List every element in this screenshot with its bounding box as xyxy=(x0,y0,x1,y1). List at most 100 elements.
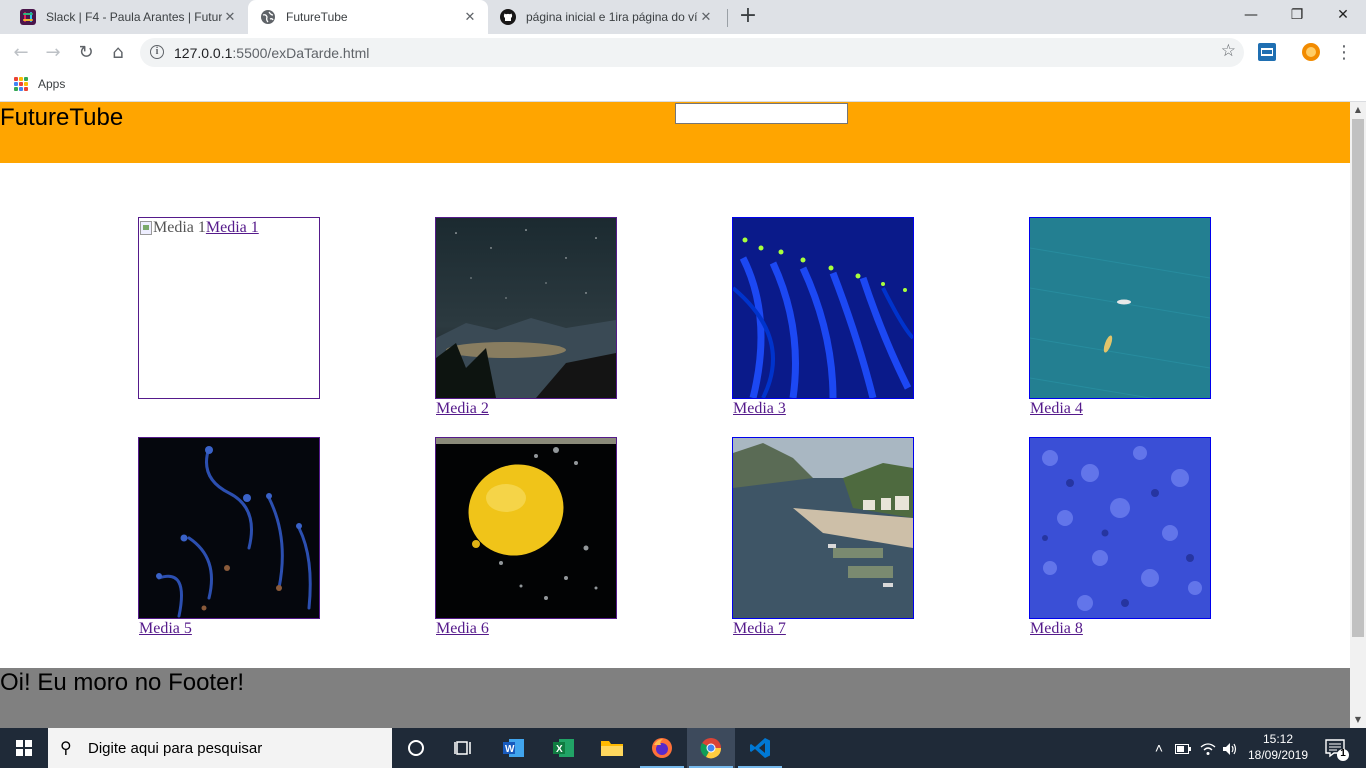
media-card: Media 7 xyxy=(732,437,917,642)
slack-icon xyxy=(20,9,36,25)
page-viewport: FutureTube Media 1 Media 1 Media 2 Media… xyxy=(0,102,1350,728)
tab-title: Slack | F4 - Paula Arantes | Future xyxy=(46,10,222,24)
broken-image[interactable]: Media 1 Media 1 xyxy=(140,218,259,237)
action-center-icon[interactable]: 1 xyxy=(1316,728,1356,768)
browser-tab-strip: Slack | F4 - Paula Arantes | Future ✕ Fu… xyxy=(0,0,1366,34)
bookmark-label: Apps xyxy=(38,77,66,91)
media-thumbnail[interactable] xyxy=(1029,437,1211,619)
tab-title: página inicial e 1ira página do víd xyxy=(526,10,698,24)
reload-icon[interactable]: ↻ xyxy=(72,39,100,67)
media-link[interactable]: Media 2 xyxy=(436,400,489,418)
profile-avatar-icon[interactable] xyxy=(1302,43,1320,61)
forward-icon[interactable]: → xyxy=(39,39,67,67)
cortana-icon[interactable] xyxy=(392,728,440,768)
tab-github[interactable]: página inicial e 1ira página do víd ✕ xyxy=(488,0,724,34)
taskbar-search-placeholder: Digite aqui para pesquisar xyxy=(88,740,263,757)
media-link[interactable]: Media 4 xyxy=(1030,400,1083,418)
chrome-icon[interactable] xyxy=(687,728,735,768)
windows-taskbar: ⚲ Digite aqui para pesquisar W X ˄ 15:12… xyxy=(0,728,1366,768)
battery-icon[interactable] xyxy=(1172,728,1194,768)
scroll-down-icon[interactable]: ▼ xyxy=(1350,712,1366,728)
url-text[interactable]: 127.0.0.1:5500/exDaTarde.html xyxy=(174,45,369,61)
scroll-up-icon[interactable]: ▲ xyxy=(1350,102,1366,118)
task-view-icon[interactable] xyxy=(440,728,488,768)
taskbar-search[interactable]: ⚲ Digite aqui para pesquisar xyxy=(48,728,392,768)
bookmark-apps[interactable]: Apps xyxy=(14,77,65,91)
media-thumbnail[interactable] xyxy=(732,217,914,399)
notification-count: 1 xyxy=(1340,748,1346,759)
image-alt-text: Media 1 xyxy=(153,219,206,236)
clock-time: 15:12 xyxy=(1262,732,1294,746)
apps-grid-icon xyxy=(14,77,28,91)
close-icon[interactable]: ✕ xyxy=(698,9,714,25)
excel-icon[interactable]: X xyxy=(540,728,588,768)
tray-overflow-icon[interactable]: ˄ xyxy=(1150,728,1168,768)
css-extension-icon[interactable] xyxy=(1258,43,1276,61)
svg-text:X: X xyxy=(556,744,563,755)
vscode-icon[interactable] xyxy=(736,728,784,768)
globe-icon xyxy=(261,10,275,24)
media-link[interactable]: Media 1 xyxy=(206,218,259,237)
media-thumbnail[interactable] xyxy=(138,437,320,619)
media-card: Media 1 Media 1 xyxy=(138,217,323,422)
media-thumbnail[interactable]: Media 1 Media 1 xyxy=(138,217,320,399)
wifi-icon[interactable] xyxy=(1198,728,1218,768)
back-icon[interactable]: ← xyxy=(7,39,35,67)
media-card: Media 6 xyxy=(435,437,620,642)
bookmark-star-icon[interactable]: ☆ xyxy=(1221,41,1236,61)
page-scrollbar[interactable]: ▲ ▼ xyxy=(1350,102,1366,728)
firefox-icon[interactable] xyxy=(638,728,686,768)
media-link[interactable]: Media 7 xyxy=(733,620,786,638)
media-5-image xyxy=(139,438,319,618)
media-thumbnail[interactable] xyxy=(1029,217,1211,399)
close-icon[interactable]: ✕ xyxy=(222,9,238,25)
home-icon[interactable]: ⌂ xyxy=(104,39,132,67)
media-card: Media 5 xyxy=(138,437,323,642)
media-card: Media 4 xyxy=(1029,217,1214,422)
minimize-button[interactable]: — xyxy=(1228,0,1274,30)
scrollbar-thumb[interactable] xyxy=(1352,119,1364,637)
file-explorer-icon[interactable] xyxy=(588,728,636,768)
media-card: Media 3 xyxy=(732,217,917,422)
tab-separator xyxy=(727,9,728,27)
media-card: Media 2 xyxy=(435,217,620,422)
media-link[interactable]: Media 6 xyxy=(436,620,489,638)
windows-logo-icon xyxy=(16,740,32,756)
media-thumbnail[interactable] xyxy=(435,217,617,399)
start-button[interactable] xyxy=(0,728,48,768)
media-3-image xyxy=(733,218,913,398)
site-title[interactable]: FutureTube xyxy=(0,102,123,134)
media-link[interactable]: Media 8 xyxy=(1030,620,1083,638)
new-tab-button[interactable]: + xyxy=(736,5,760,29)
clock-date: 18/09/2019 xyxy=(1247,748,1309,762)
volume-icon[interactable] xyxy=(1220,728,1240,768)
search-input[interactable] xyxy=(675,103,848,124)
media-7-image xyxy=(733,438,913,618)
media-2-image xyxy=(436,218,616,398)
site-header: FutureTube xyxy=(0,102,1350,163)
system-clock[interactable]: 15:12 18/09/2019 xyxy=(1240,731,1316,763)
media-card: Media 8 xyxy=(1029,437,1214,642)
media-6-image xyxy=(436,438,616,618)
url-path: :5500/exDaTarde.html xyxy=(232,45,370,61)
footer-text: Oi! Eu moro no Footer! xyxy=(0,669,245,696)
media-link[interactable]: Media 3 xyxy=(733,400,786,418)
tab-futuretube[interactable]: FutureTube ✕ xyxy=(248,0,488,34)
site-footer: Oi! Eu moro no Footer! xyxy=(0,668,1350,728)
close-window-button[interactable]: ✕ xyxy=(1320,0,1366,30)
media-thumbnail[interactable] xyxy=(732,437,914,619)
media-thumbnail[interactable] xyxy=(435,437,617,619)
search-icon: ⚲ xyxy=(60,738,72,757)
media-4-image xyxy=(1030,218,1210,398)
broken-image-icon xyxy=(140,220,152,235)
media-link[interactable]: Media 5 xyxy=(139,620,192,638)
address-bar[interactable]: i 127.0.0.1:5500/exDaTarde.html ☆ xyxy=(140,38,1244,67)
word-icon[interactable]: W xyxy=(490,728,538,768)
tab-title: FutureTube xyxy=(286,10,348,24)
info-icon[interactable]: i xyxy=(150,45,164,59)
close-icon[interactable]: ✕ xyxy=(462,9,478,25)
menu-icon[interactable]: ⋮ xyxy=(1334,39,1354,67)
media-8-image xyxy=(1030,438,1210,618)
restore-button[interactable]: ❐ xyxy=(1274,0,1320,30)
tab-slack[interactable]: Slack | F4 - Paula Arantes | Future ✕ xyxy=(8,0,248,34)
